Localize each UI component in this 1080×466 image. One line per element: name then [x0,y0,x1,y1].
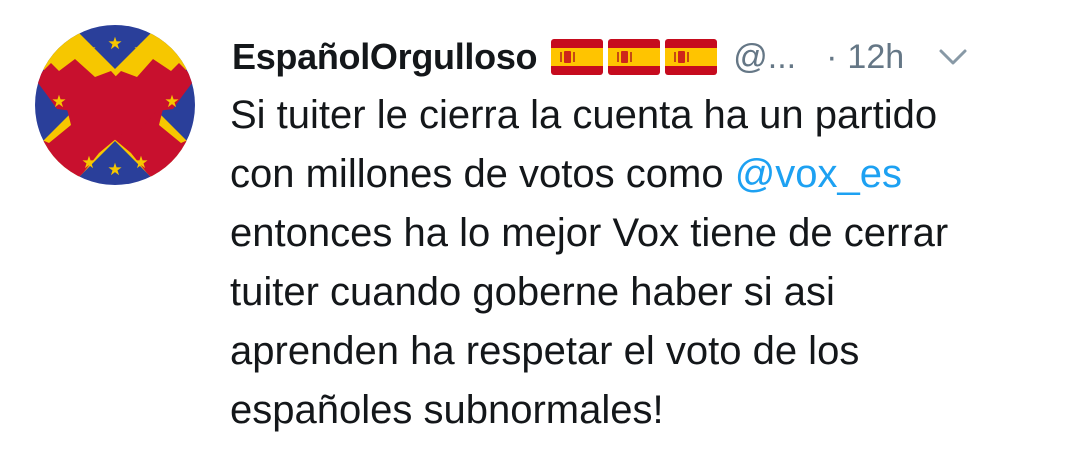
svg-text:★: ★ [81,40,96,60]
tweet-text-line: Si tuiter le cierra la cuenta ha un part… [230,93,938,137]
svg-text:★: ★ [164,92,179,112]
svg-text:★: ★ [107,34,122,54]
display-name[interactable]: EspañolOrgulloso [232,36,538,78]
svg-text:★: ★ [133,153,148,173]
timestamp[interactable]: 12h [847,38,904,77]
tweet-text: Si tuiter le cierra la cuenta ha un part… [230,86,1070,440]
spain-flag-icon [665,39,718,75]
separator-dot: · [826,37,838,76]
avatar[interactable]: ★ ★ ★ ★ ★ ★ ★ ★ [35,25,195,185]
svg-text:★: ★ [81,153,96,173]
svg-text:★: ★ [133,40,148,60]
tweet-text-line: con millones de votos como @vox_es [230,145,1070,204]
spain-flag-icon [608,39,661,75]
flag-emojis [551,39,718,75]
tweet-text-line: aprenden ha respetar el voto de los [230,329,860,373]
tweet-header: EspañolOrgulloso @... · 12h [232,34,1052,80]
spain-flag-icon [551,39,604,75]
mention-link[interactable]: @vox_es [735,152,902,196]
user-handle[interactable]: @... [733,38,796,77]
tweet-text-line: tuiter cuando goberne haber si asi [230,270,835,314]
tweet-text-fragment: con millones de votos como [230,152,735,196]
svg-text:★: ★ [107,160,122,180]
tweet-text-line: entonces ha lo mejor Vox tiene de cerrar [230,211,949,255]
avatar-image: ★ ★ ★ ★ ★ ★ ★ ★ [35,25,195,185]
tweet[interactable]: ★ ★ ★ ★ ★ ★ ★ ★ EspañolOrgulloso @... · … [0,0,1080,466]
tweet-text-line: españoles subnormales! [230,388,664,432]
chevron-down-icon[interactable] [938,47,968,67]
svg-text:★: ★ [51,92,66,112]
